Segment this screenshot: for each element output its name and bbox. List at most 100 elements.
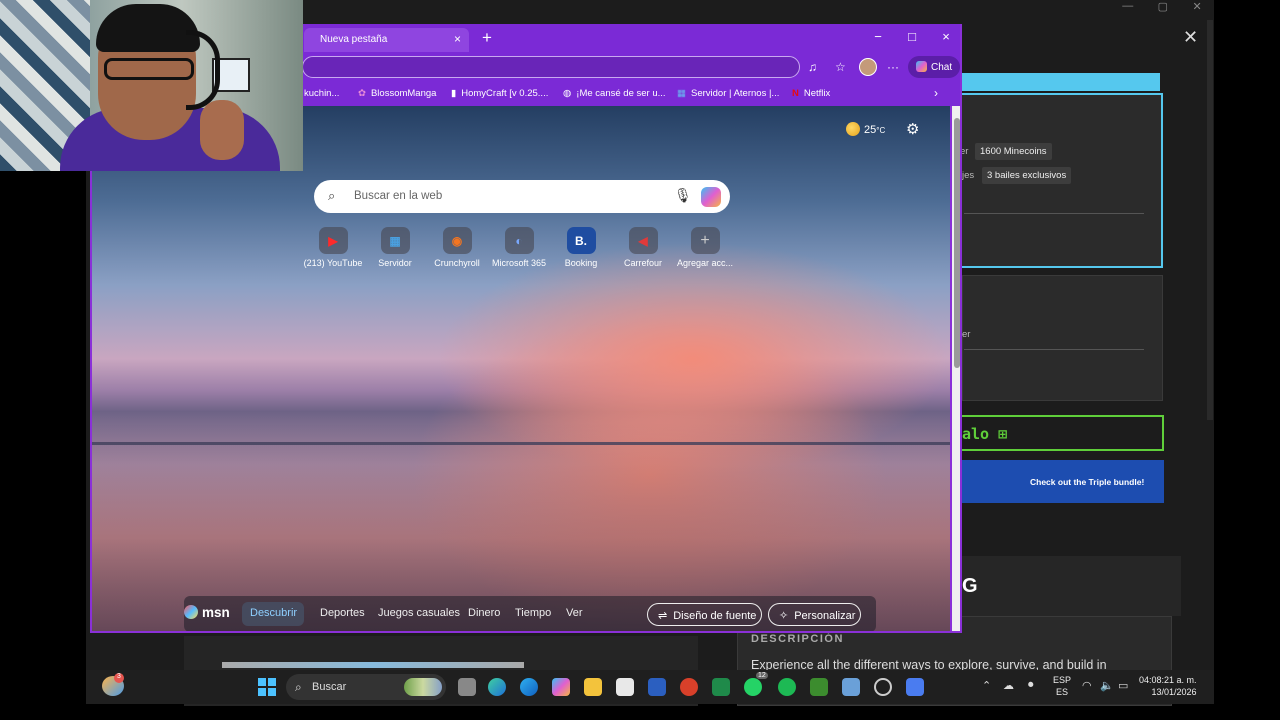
- window-controls: − □ ×: [870, 29, 954, 44]
- shortcut-carrefour[interactable]: ◀ Carrefour: [612, 227, 674, 268]
- volume-icon[interactable]: 🔈: [1100, 679, 1114, 692]
- shortcut-crunchyroll[interactable]: ◉ Crunchyroll: [426, 227, 488, 268]
- microphone-icon[interactable]: 🎙: [674, 187, 692, 204]
- close-icon[interactable]: ×: [938, 29, 954, 44]
- battery-icon[interactable]: ▭: [1118, 679, 1128, 692]
- clock-time: 04:08:21 a. m.: [1139, 675, 1197, 685]
- store-icon[interactable]: [616, 678, 634, 696]
- font-design-button[interactable]: ⇌ Diseño de fuente: [647, 603, 762, 626]
- divider: [964, 213, 1144, 214]
- weather-icon: [846, 122, 860, 136]
- shortcut-add[interactable]: + Agregar acc...: [674, 227, 736, 268]
- media-thumbnail-strip[interactable]: [222, 662, 524, 668]
- weather-temp: 25: [864, 124, 877, 136]
- dialog-close-icon[interactable]: ✕: [1183, 27, 1198, 48]
- favorite-item[interactable]: kuchin...: [304, 88, 339, 99]
- weather-widget[interactable]: 25°C: [846, 122, 885, 136]
- minecoins-badge: 1600 Minecoins: [975, 143, 1052, 160]
- clock[interactable]: 04:08:21 a. m. 13/01/2026: [1139, 674, 1197, 698]
- cloud-icon[interactable]: ☁: [1003, 679, 1014, 692]
- bg-maximize-icon[interactable]: ▢: [1158, 0, 1168, 16]
- game-app-icon[interactable]: [842, 678, 860, 696]
- tab-close-icon[interactable]: ×: [454, 32, 461, 46]
- more-options-icon[interactable]: ···: [887, 60, 899, 74]
- spotify-icon[interactable]: [778, 678, 796, 696]
- word-icon[interactable]: [648, 678, 666, 696]
- settings-gear-icon[interactable]: ⚙: [906, 120, 919, 138]
- chevron-up-icon[interactable]: ⌃: [982, 679, 991, 692]
- app-icon[interactable]: [906, 678, 924, 696]
- shortcut-youtube[interactable]: ▶ (213) YouTube: [302, 227, 364, 268]
- bg-close-icon[interactable]: ✕: [1193, 0, 1202, 16]
- font-design-label: Diseño de fuente: [673, 610, 757, 622]
- maximize-icon[interactable]: □: [904, 29, 920, 44]
- web-search-box[interactable]: ⌕ Buscar en la web 🎙: [314, 180, 730, 213]
- customize-label: Personalizar: [794, 610, 856, 622]
- favorite-item[interactable]: ✿ BlossomManga: [358, 88, 436, 99]
- edge-icon[interactable]: [488, 678, 506, 696]
- favorite-label: Netflix: [803, 88, 831, 99]
- webcam-overlay: [0, 0, 303, 171]
- shortcut-microsoft-365[interactable]: ◐ Microsoft 365: [488, 227, 550, 268]
- gift-button[interactable]: alo ⊞: [962, 415, 1164, 451]
- language-indicator[interactable]: ESP ES: [1053, 674, 1071, 698]
- whatsapp-icon[interactable]: [744, 678, 762, 696]
- file-explorer-icon[interactable]: [584, 678, 602, 696]
- shortcut-label: Carrefour: [623, 258, 662, 268]
- new-tab-button[interactable]: +: [482, 28, 492, 48]
- search-highlight-image: [404, 678, 442, 696]
- copilot-search-icon[interactable]: [701, 187, 721, 207]
- tab-tiempo[interactable]: Tiempo: [515, 607, 551, 619]
- offer-card-2[interactable]: [962, 275, 1163, 401]
- powerpoint-icon[interactable]: [680, 678, 698, 696]
- shortcut-servidor[interactable]: ▦ Servidor: [364, 227, 426, 268]
- gift-icon: ⊞: [998, 425, 1008, 443]
- clock-date: 13/01/2026: [1151, 687, 1197, 697]
- favorite-item[interactable]: N Netflix: [792, 88, 830, 99]
- customize-button[interactable]: ✧ Personalizar: [768, 603, 861, 626]
- sliders-icon: ⇌: [658, 610, 668, 622]
- triple-bundle-banner[interactable]: Check out the Triple bundle!: [962, 460, 1164, 503]
- tab-new-tab[interactable]: Nueva pestaña ×: [304, 28, 469, 52]
- favorite-item[interactable]: ▦ Servidor | Aternos |...: [677, 88, 779, 99]
- chevron-right-icon[interactable]: ›: [934, 86, 938, 100]
- profile-avatar[interactable]: [859, 58, 877, 76]
- bg-minimize-icon[interactable]: —: [1122, 0, 1133, 16]
- task-view-icon[interactable]: [458, 678, 476, 696]
- background-scrollbar[interactable]: [1207, 20, 1213, 420]
- favorite-item[interactable]: ▮ HomyCraft [v 0.25....: [451, 88, 548, 99]
- search-placeholder: Buscar en la web: [354, 190, 443, 202]
- wifi-icon[interactable]: ◠: [1082, 679, 1092, 692]
- edge-secondary-icon[interactable]: [520, 678, 538, 696]
- taskbar-search[interactable]: ⌕ Buscar: [286, 674, 446, 700]
- tab-descubrir[interactable]: Descubrir: [242, 602, 304, 626]
- whatsapp-badge: 12: [756, 672, 768, 679]
- carrefour-icon: ◀: [628, 227, 658, 254]
- copilot-chat-button[interactable]: Chat: [908, 56, 960, 78]
- quick-links: ▶ (213) YouTube ▦ Servidor ◉ Crunchyroll ◐ M…: [302, 227, 736, 268]
- minecraft-launcher-icon[interactable]: [810, 678, 828, 696]
- excel-icon[interactable]: [712, 678, 730, 696]
- address-bar[interactable]: [302, 56, 800, 78]
- search-icon: ⌕: [328, 188, 336, 203]
- scrollbar-thumb[interactable]: [954, 118, 960, 368]
- msn-logo[interactable]: msn: [184, 605, 230, 620]
- steam-like-icon[interactable]: [874, 678, 892, 696]
- favorites-star-icon[interactable]: ☆: [835, 60, 846, 74]
- shortcut-booking[interactable]: B. Booking: [550, 227, 612, 268]
- microphone-icon[interactable]: ⏺: [1028, 679, 1034, 692]
- webcam-person-hair: [96, 4, 200, 52]
- copilot-icon[interactable]: [552, 678, 570, 696]
- server-icon: ▦: [380, 227, 410, 254]
- minimize-icon[interactable]: −: [870, 29, 886, 44]
- read-aloud-icon[interactable]: ♫: [808, 60, 817, 74]
- tab-ver[interactable]: Ver: [566, 607, 583, 619]
- copilot-icon: [916, 61, 927, 72]
- tab-dinero[interactable]: Dinero: [468, 607, 500, 619]
- tab-deportes[interactable]: Deportes: [320, 607, 365, 619]
- microsoft-365-icon: ◐: [504, 227, 534, 254]
- favorite-item[interactable]: ◍ ¡Me cansé de ser u...: [563, 88, 666, 99]
- page-scrollbar[interactable]: [952, 106, 960, 631]
- start-button[interactable]: [258, 678, 276, 696]
- tab-juegos-casuales[interactable]: Juegos casuales: [378, 607, 460, 619]
